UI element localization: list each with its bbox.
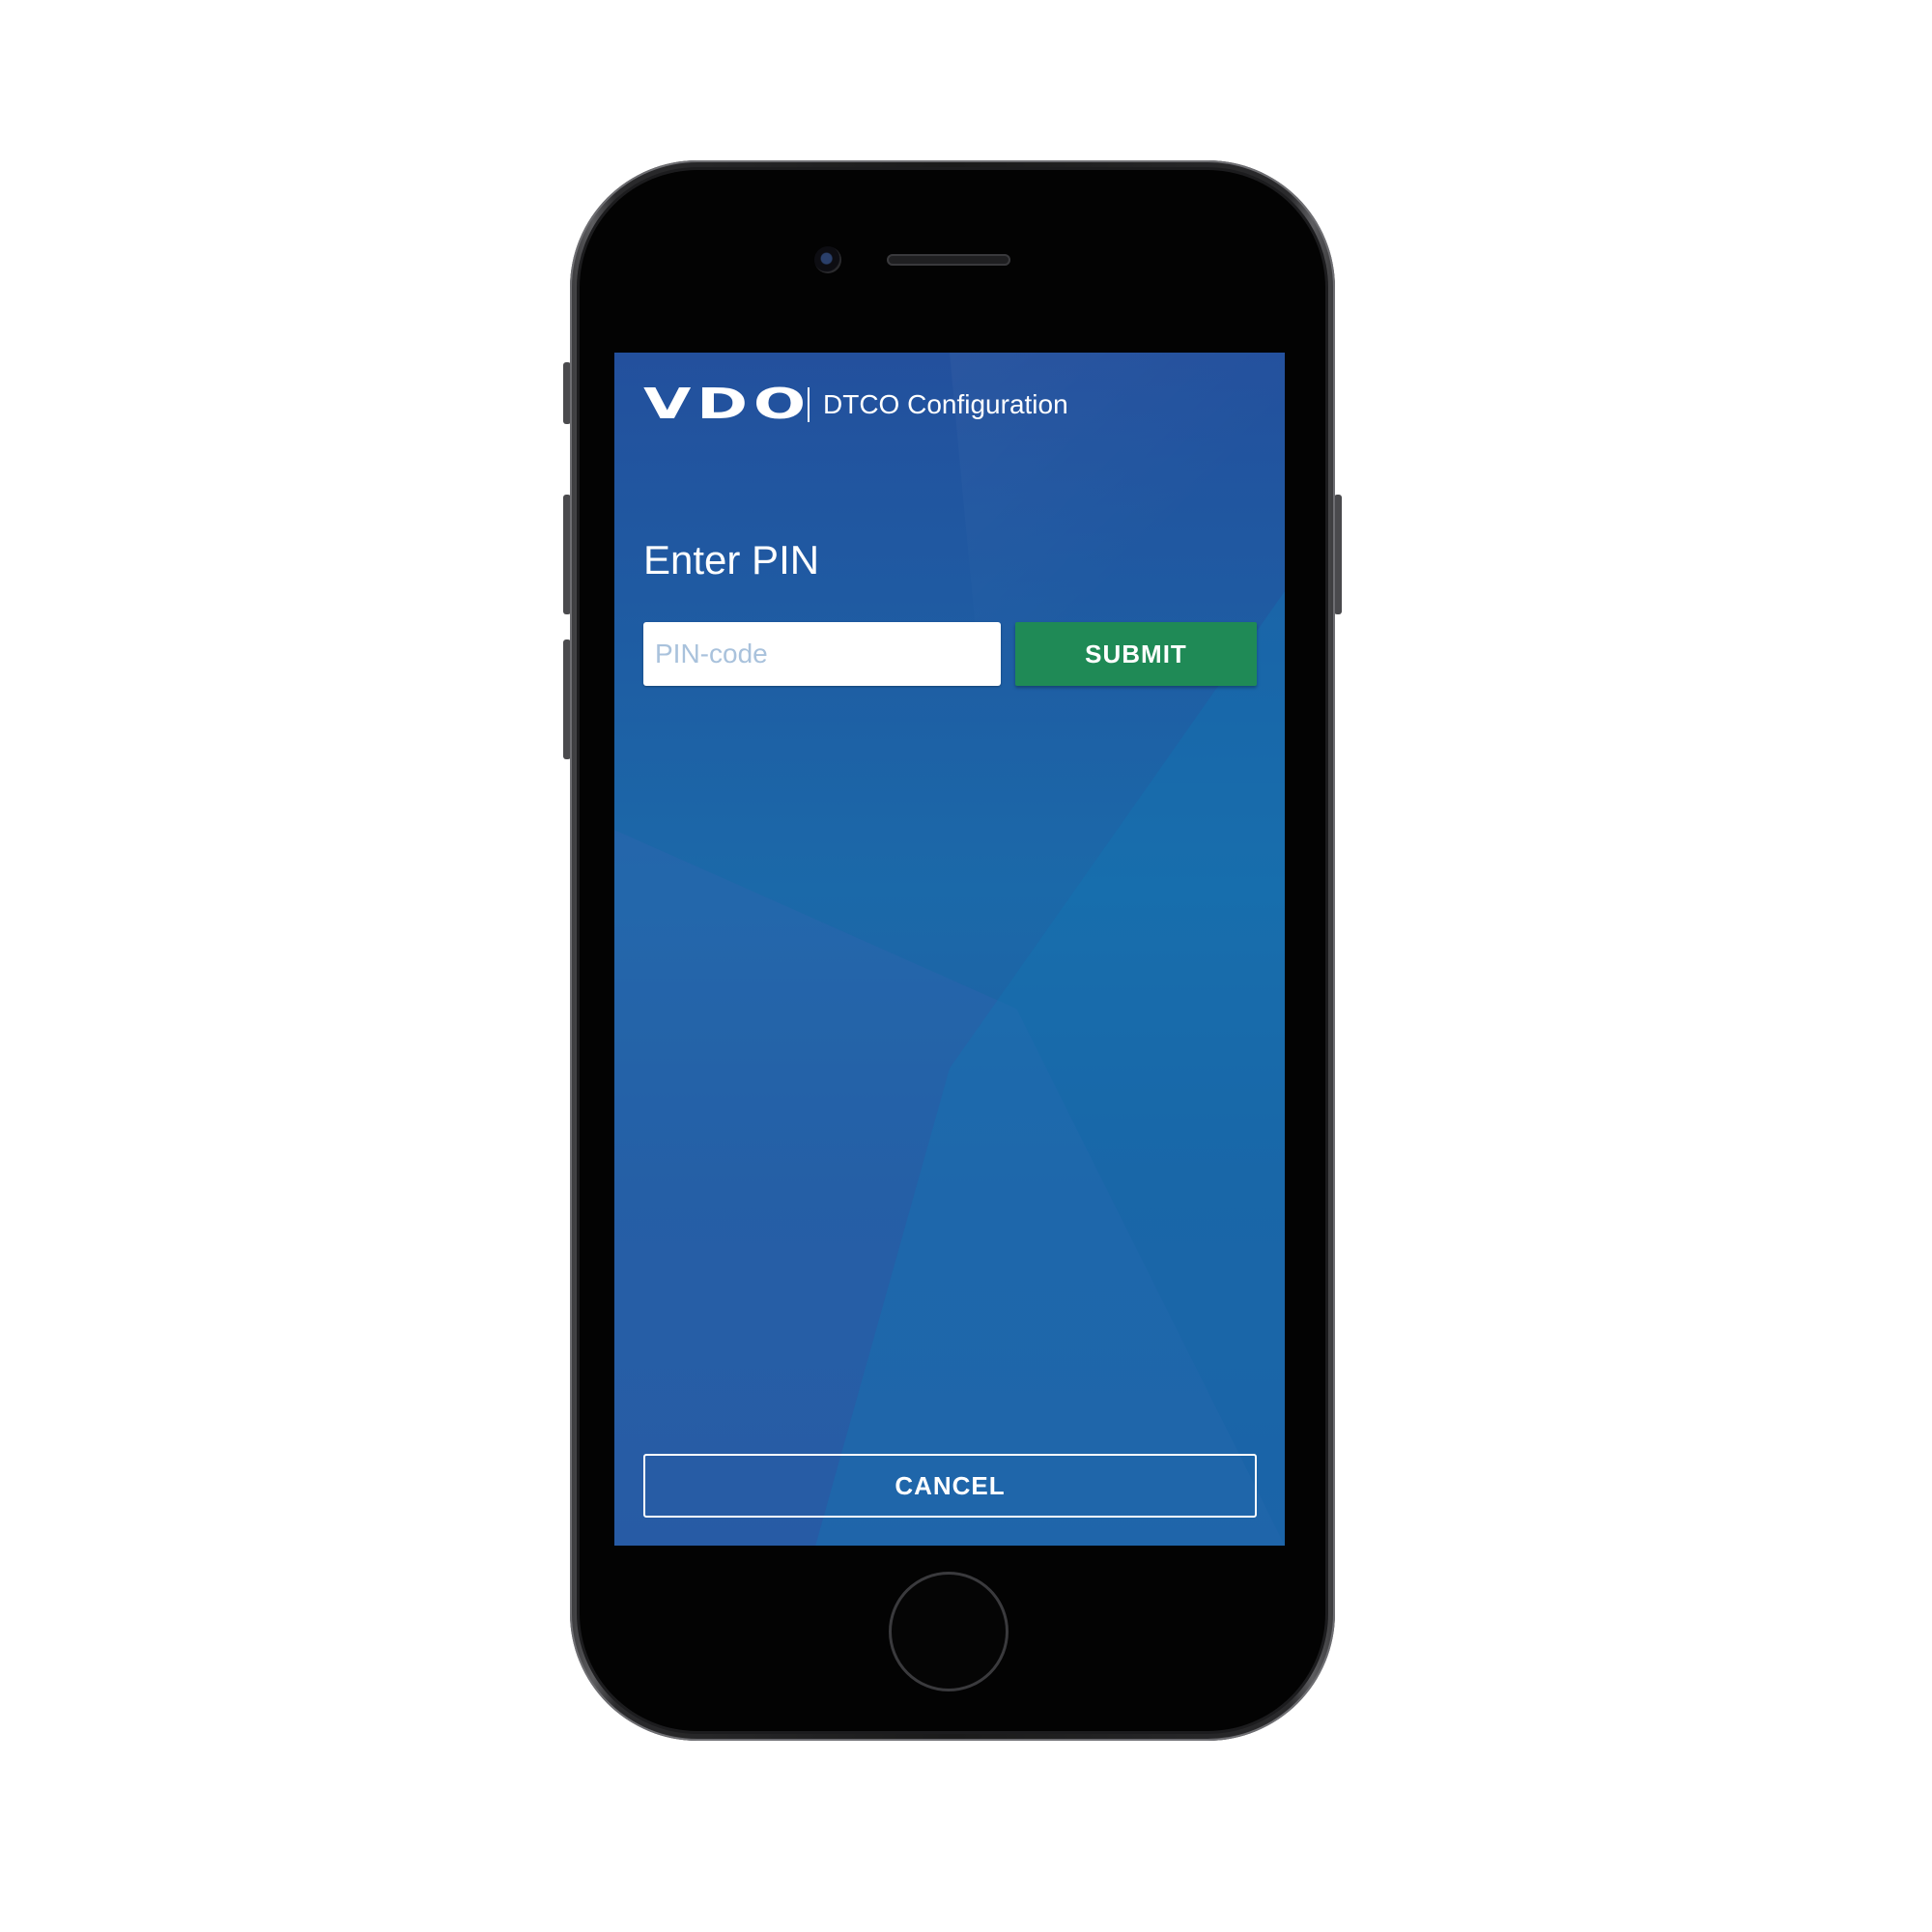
- cancel-button[interactable]: CANCEL: [643, 1454, 1257, 1518]
- vdo-logo: VDO: [643, 380, 811, 429]
- background-facet: [614, 830, 1285, 1546]
- camera-icon: [814, 246, 841, 273]
- submit-button[interactable]: SUBMIT: [1015, 622, 1257, 686]
- speaker-grille: [887, 254, 1010, 266]
- background-facet: [815, 591, 1285, 1546]
- page-title: Enter PIN: [643, 537, 820, 582]
- home-button[interactable]: [889, 1572, 1009, 1691]
- background-facet: [950, 353, 1285, 1068]
- power-button: [1334, 495, 1342, 614]
- app-title: DTCO Configuration: [823, 389, 1068, 419]
- app-screen: VDO DTCO Configuration Enter PIN SUBMIT …: [614, 353, 1285, 1546]
- app-header: VDO DTCO Configuration: [643, 380, 1068, 429]
- pin-code-input[interactable]: [643, 622, 1001, 686]
